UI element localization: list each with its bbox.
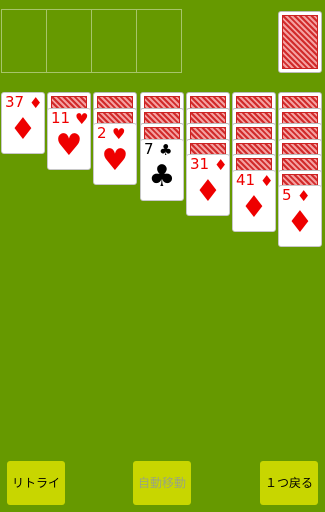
card-suit-large-icon: ♦ [194, 174, 222, 209]
card-rank: 11 [51, 109, 71, 127]
card-rank: 7 [144, 140, 154, 158]
undo-button[interactable]: １つ戻る [260, 461, 318, 505]
retry-button[interactable]: リトライ [7, 461, 65, 505]
foundation-slot[interactable] [136, 9, 182, 73]
face-up-card[interactable]: 31 ♦ ♦ [186, 154, 230, 216]
face-up-card[interactable]: 2 ♥ ♥ [93, 123, 137, 185]
card-suit-small-icon: ♦ [214, 156, 228, 174]
face-up-card[interactable]: 37 ♦ ♦ [1, 92, 45, 154]
card-rank: 5 [282, 186, 292, 204]
card-rank: 41 [236, 171, 256, 189]
card-suit-large-icon: ♥ [55, 128, 83, 163]
face-up-card[interactable]: 7 ♣ ♣ [140, 139, 184, 201]
foundation-slot[interactable] [91, 9, 137, 73]
card-suit-small-icon: ♦ [29, 94, 43, 112]
card-rank: 37 [5, 93, 25, 111]
card-suit-large-icon: ♦ [286, 205, 314, 240]
face-up-card[interactable]: 11 ♥ ♥ [47, 108, 91, 170]
card-suit-large-icon: ♥ [101, 143, 129, 178]
card-suit-large-icon: ♦ [9, 112, 37, 147]
card-suit-large-icon: ♣ [148, 159, 176, 194]
card-rank: 31 [190, 155, 210, 173]
card-back-pattern [282, 15, 318, 69]
card-suit-small-icon: ♦ [260, 172, 274, 190]
foundation-slot[interactable] [46, 9, 92, 73]
foundation-area [1, 9, 186, 73]
card-suit-small-icon: ♥ [112, 125, 126, 143]
foundation-slot[interactable] [1, 9, 47, 73]
card-rank: 2 [97, 124, 107, 142]
face-up-card[interactable]: 41 ♦ ♦ [232, 170, 276, 232]
stock-pile[interactable] [278, 11, 322, 73]
card-suit-large-icon: ♦ [240, 190, 268, 225]
face-up-card[interactable]: 5 ♦ ♦ [278, 185, 322, 247]
card-suit-small-icon: ♣ [159, 141, 173, 159]
auto-move-button[interactable]: 自動移動 [133, 461, 191, 505]
card-suit-small-icon: ♦ [297, 187, 311, 205]
card-suit-small-icon: ♥ [75, 110, 89, 128]
